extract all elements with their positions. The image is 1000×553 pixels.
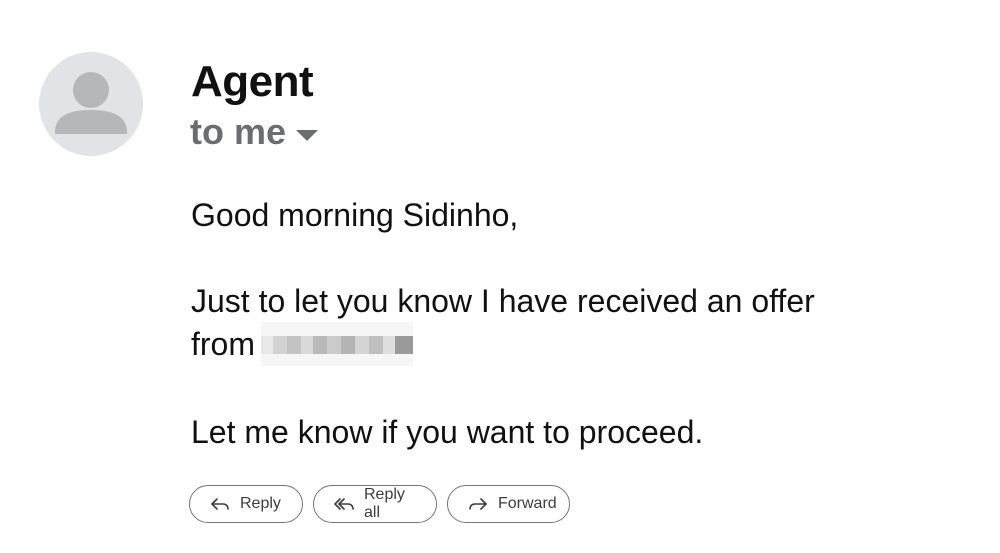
reply-all-button[interactable]: Reply all <box>313 485 437 523</box>
paragraph-text: Just to let you know I have received an … <box>191 283 815 319</box>
recipient-details-toggle[interactable]: to me <box>190 110 319 154</box>
forward-label: Forward <box>498 495 557 512</box>
message-actions: Reply Reply all Forward <box>189 485 570 523</box>
email-paragraph-proceed: Let me know if you want to proceed. <box>191 414 704 450</box>
email-greeting: Good morning Sidinho, <box>191 197 519 233</box>
recipient-label: to me <box>190 111 287 152</box>
reply-arrow-icon <box>210 496 230 512</box>
redacted-content <box>261 321 413 366</box>
reply-label: Reply <box>240 495 281 512</box>
email-message: Agent to me Good morning Sidinho, Just t… <box>0 0 1000 553</box>
email-paragraph-offer: Just to let you know I have received an … <box>191 280 971 366</box>
forward-arrow-icon <box>468 496 488 512</box>
pixelation-band <box>261 335 413 354</box>
paragraph-text-from: from <box>191 326 255 362</box>
reply-all-arrow-icon <box>334 496 354 512</box>
reply-all-label: Reply all <box>364 486 405 521</box>
person-silhouette-icon <box>55 72 127 134</box>
forward-button[interactable]: Forward <box>447 485 570 523</box>
sender-avatar <box>39 52 143 156</box>
caret-down-icon <box>296 129 319 141</box>
sender-name: Agent <box>191 57 314 106</box>
reply-button[interactable]: Reply <box>189 485 303 523</box>
